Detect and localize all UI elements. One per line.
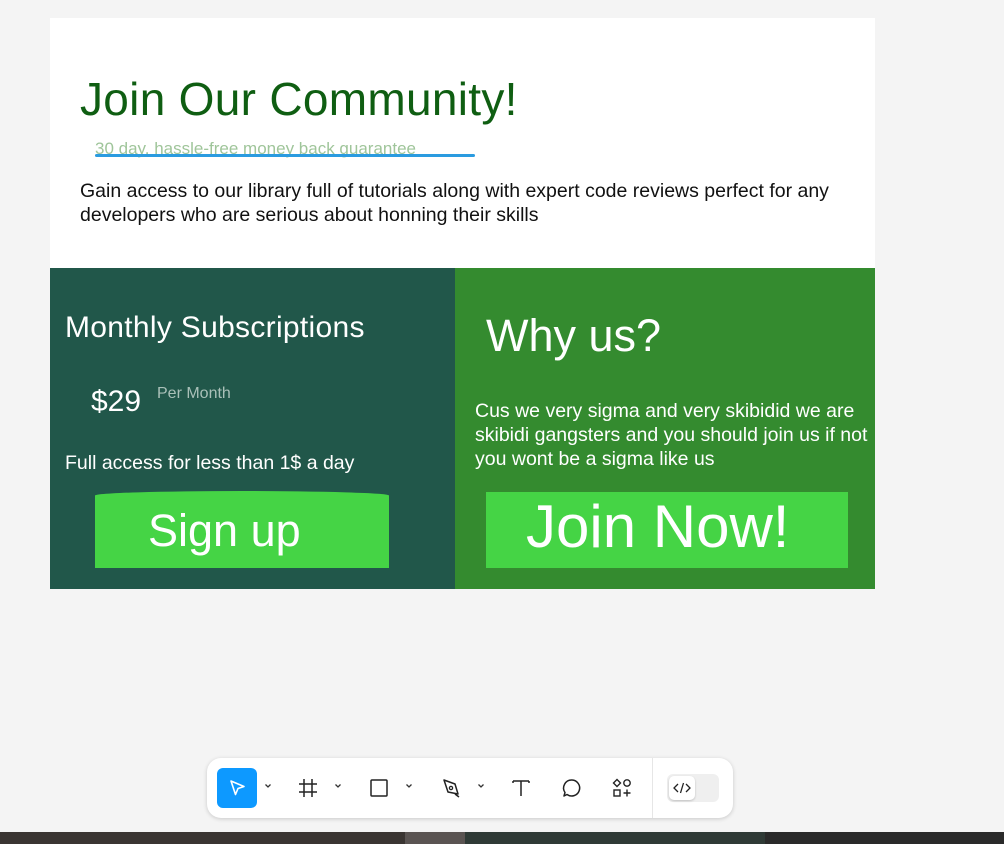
move-tool-button[interactable] bbox=[217, 768, 257, 808]
page-title: Join Our Community! bbox=[80, 73, 518, 125]
sign-up-label: Sign up bbox=[148, 505, 301, 556]
chevron-down-icon[interactable] bbox=[477, 782, 485, 790]
components-tool-icon bbox=[612, 778, 631, 797]
join-now-button[interactable]: Join Now! bbox=[486, 492, 848, 568]
taskbar-segment bbox=[465, 832, 765, 844]
taskbar-segment bbox=[765, 832, 1004, 844]
comment-tool-button[interactable] bbox=[559, 768, 585, 808]
rectangle-tool-button[interactable] bbox=[366, 768, 392, 808]
comment-tool-icon bbox=[562, 779, 581, 797]
move-tool-icon bbox=[230, 780, 245, 796]
why-us-panel: Why us? Cus we very sigma and very skibi… bbox=[455, 268, 875, 589]
taskbar-segment bbox=[405, 832, 465, 844]
subscription-panel: Monthly Subscriptions $29 Per Month Full… bbox=[50, 268, 455, 589]
text-tool-button[interactable] bbox=[508, 768, 534, 808]
price-period: Per Month bbox=[157, 385, 231, 402]
subscription-tagline: Full access for less than 1$ a day bbox=[65, 452, 355, 474]
pen-tool-button[interactable] bbox=[438, 768, 464, 808]
sign-up-button[interactable]: Sign up bbox=[95, 491, 389, 568]
dev-mode-icon bbox=[673, 782, 691, 794]
selection-underline bbox=[95, 154, 475, 157]
taskbar-segment bbox=[0, 832, 405, 844]
taskbar bbox=[0, 832, 1004, 844]
chevron-down-icon[interactable] bbox=[405, 782, 413, 790]
components-tool-button[interactable] bbox=[609, 768, 635, 808]
toolbar-divider bbox=[652, 758, 653, 818]
dev-mode-knob bbox=[669, 776, 695, 800]
text-tool-icon bbox=[512, 780, 530, 796]
chevron-down-icon[interactable] bbox=[334, 782, 342, 790]
frame-tool-icon bbox=[299, 779, 317, 797]
hero-card: Join Our Community! 30 day, hassle-free … bbox=[50, 18, 875, 268]
rectangle-tool-icon bbox=[370, 779, 388, 797]
pen-tool-icon bbox=[443, 779, 460, 798]
subscription-title: Monthly Subscriptions bbox=[65, 311, 365, 344]
chevron-down-icon[interactable] bbox=[264, 782, 272, 790]
join-now-label: Join Now! bbox=[526, 493, 790, 560]
why-us-text: Cus we very sigma and very skibidid we a… bbox=[475, 400, 868, 470]
why-us-title: Why us? bbox=[486, 310, 662, 361]
hero-description: Gain access to our library full of tutor… bbox=[80, 180, 829, 226]
price-value: $29 bbox=[91, 385, 142, 418]
dev-mode-toggle[interactable] bbox=[667, 774, 719, 802]
frame-tool-button[interactable] bbox=[295, 768, 321, 808]
design-toolbar bbox=[207, 758, 733, 818]
